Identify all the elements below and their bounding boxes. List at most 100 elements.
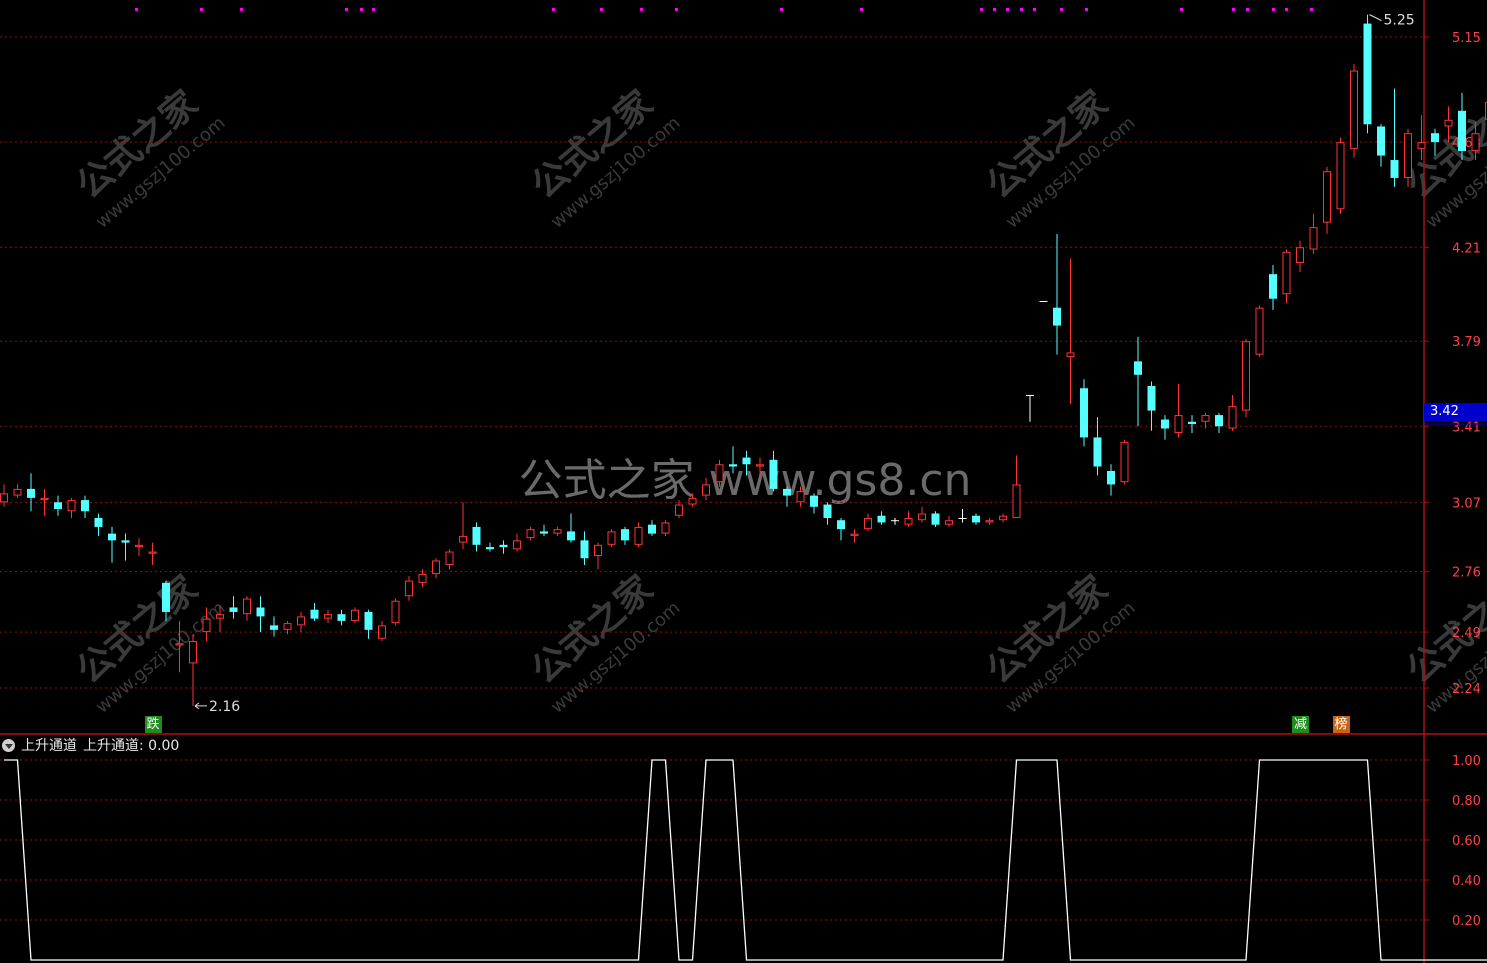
candle [1296, 240, 1304, 272]
candle-body [27, 488, 35, 498]
candle-body [1026, 394, 1034, 396]
candle [324, 609, 332, 624]
candle [931, 511, 940, 527]
candle-body [162, 582, 170, 612]
candle-body [1377, 126, 1385, 156]
candle-body [0, 493, 8, 503]
marker-dot [1006, 8, 1009, 11]
candle-body [526, 529, 535, 539]
candle-body [1417, 142, 1426, 149]
candle [1080, 379, 1088, 447]
candle-body [324, 614, 332, 619]
candle-body [1350, 70, 1358, 149]
candle-body [1255, 307, 1264, 355]
marker-dot [1272, 8, 1275, 11]
min-price-label: 2.16 [209, 699, 240, 715]
price-tick-label: 2.49 [1452, 626, 1481, 641]
candle [378, 620, 386, 642]
candle [297, 611, 305, 633]
candle [999, 513, 1007, 523]
candle-body [688, 497, 697, 505]
candle-body [364, 611, 373, 630]
candle [864, 513, 872, 532]
candle-body [1188, 421, 1196, 425]
candle [337, 609, 346, 626]
marker-dot [1020, 8, 1023, 11]
candle-body [864, 517, 872, 530]
candle [810, 493, 818, 514]
candle-body [189, 641, 197, 664]
candle [945, 515, 953, 527]
candle-body [769, 459, 778, 489]
candle [1228, 394, 1237, 431]
candle [310, 602, 319, 621]
candle-body [1323, 171, 1331, 223]
candle-body [972, 515, 980, 523]
candle-body [985, 520, 994, 523]
candle-body [1161, 419, 1169, 429]
candle-body [1390, 160, 1399, 178]
candle [189, 634, 197, 706]
candle [27, 473, 35, 512]
price-tick-label: 3.79 [1452, 335, 1481, 350]
candle [1377, 124, 1385, 167]
candle-body [1080, 388, 1088, 438]
candle [364, 609, 373, 639]
candle [972, 513, 980, 525]
candle [405, 576, 413, 601]
candle [499, 540, 508, 554]
candle-body [337, 614, 346, 621]
candle-body [1471, 133, 1480, 152]
signal-badge: 榜 [1332, 716, 1350, 733]
indicator-header: 上升通道 上升通道: 0.00 [0, 735, 179, 755]
candle [54, 495, 62, 516]
marker-dot [1033, 8, 1036, 11]
candle [904, 511, 913, 527]
candle-body [1296, 247, 1304, 263]
candle-body [270, 625, 278, 630]
candle-body [742, 457, 751, 465]
candle [13, 484, 22, 498]
candle-body [1039, 300, 1048, 302]
candle-body [796, 491, 805, 503]
candle [823, 502, 832, 525]
indicator-line [4, 759, 1487, 961]
candle [1323, 166, 1331, 234]
candle-body [175, 643, 184, 646]
watermark-tile: 公式之家www.gszj100.com [69, 83, 229, 233]
candle [1053, 233, 1061, 355]
candle-body [67, 500, 76, 512]
candles [0, 14, 1487, 706]
chart-canvas[interactable]: 公式之家www.gszj100.com 公式之家www.gszj100.com 公式… [0, 0, 1487, 963]
watermark-tile: 公式之家www.gszj100.com [524, 83, 684, 233]
candle [445, 549, 454, 570]
candle [229, 596, 238, 619]
candle-body [1404, 133, 1412, 178]
candle [67, 497, 76, 518]
candle [1309, 213, 1318, 254]
marker-dot [1310, 8, 1313, 11]
candle [648, 520, 656, 536]
marker-dot [135, 8, 138, 11]
indicator-tick-label: 0.20 [1452, 914, 1481, 929]
candle [1269, 265, 1277, 310]
candle-body [715, 464, 724, 483]
candle-body [351, 609, 359, 621]
marker-dot [552, 8, 555, 11]
candle [135, 538, 143, 557]
candle-body [1215, 415, 1223, 427]
max-arrow [1369, 14, 1382, 22]
candle [837, 517, 845, 541]
indicator-collapse-icon[interactable] [2, 738, 15, 752]
price-tick-label: 4.21 [1452, 241, 1481, 256]
candle-body [513, 540, 521, 550]
candle-body [243, 598, 251, 615]
marker-dot [993, 8, 996, 11]
candle [567, 513, 575, 543]
candle [108, 526, 116, 563]
candle-body [1336, 142, 1345, 210]
candle [1174, 383, 1183, 438]
candle [634, 522, 643, 548]
candle [1242, 339, 1250, 418]
candle [432, 558, 440, 579]
